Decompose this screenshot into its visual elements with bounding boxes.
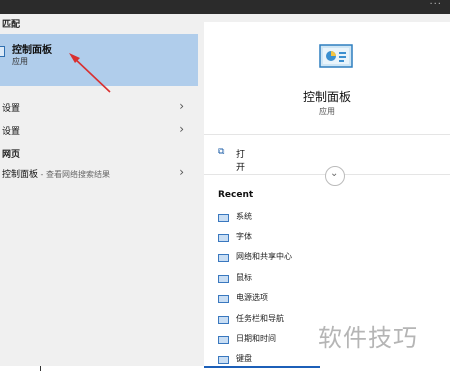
watermark: 软件技巧	[318, 324, 418, 352]
annotation-arrow	[69, 53, 111, 93]
divider	[40, 366, 41, 371]
accent-underline	[204, 366, 320, 368]
bottom-bar	[0, 366, 450, 371]
